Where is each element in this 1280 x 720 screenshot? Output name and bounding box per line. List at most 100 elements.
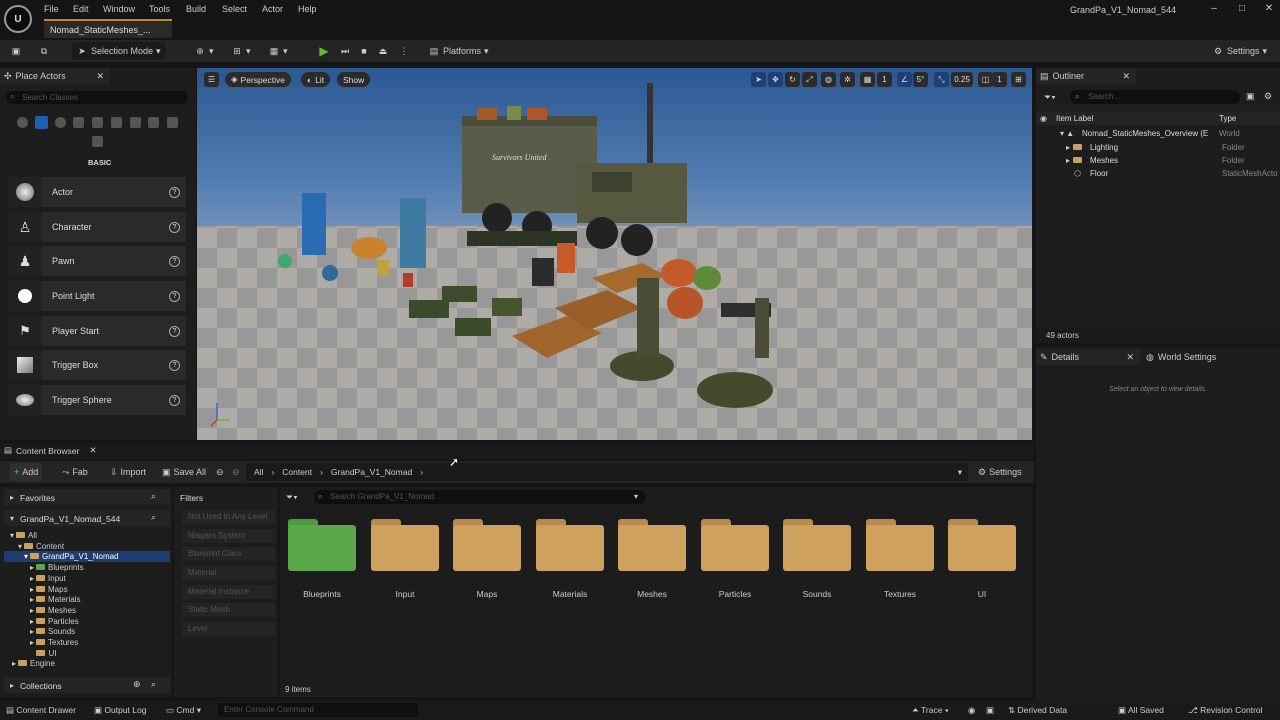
folder-materials[interactable]	[536, 519, 604, 573]
close-tab-icon[interactable]: ✕	[96, 71, 110, 82]
close-tab-icon[interactable]: ✕	[89, 445, 96, 456]
browse-icon[interactable]: ⧉	[34, 42, 54, 60]
outliner-row[interactable]: ▸ Lighting Folder	[1066, 143, 1280, 152]
selection-mode-dropdown[interactable]: ➤ Selection Mode ▾	[72, 42, 165, 60]
camera-speed-icon[interactable]: ◫	[978, 72, 993, 87]
forward-icon[interactable]: ⊖	[232, 467, 240, 478]
tree-item-all[interactable]: ▾ All	[10, 531, 37, 540]
menu-build[interactable]: Build	[186, 4, 206, 14]
output-log-button[interactable]: ▣ Output Log	[94, 705, 146, 716]
eject-icon[interactable]: ⏏	[373, 42, 393, 60]
angle-snap-value[interactable]: 5°	[913, 72, 928, 87]
lights-icon[interactable]	[55, 117, 66, 128]
help-icon[interactable]: ?	[169, 290, 180, 302]
outliner-row[interactable]: ▸ Meshes Folder	[1066, 156, 1280, 165]
actor-item-actor[interactable]: Actor ?	[8, 177, 186, 207]
geometry-icon[interactable]	[111, 117, 122, 128]
stop-icon[interactable]: ■	[354, 42, 374, 60]
blueprint-icon[interactable]: ⊞ ▾	[227, 42, 255, 60]
menu-select[interactable]: Select	[222, 4, 247, 14]
advance-frame-icon[interactable]: ⏭	[335, 42, 355, 60]
more-options-icon[interactable]: ⋮	[394, 42, 414, 60]
asset-search-input[interactable]: Search GrandPa_V1_Nomad	[314, 490, 646, 504]
angle-snap-icon[interactable]: ∠	[897, 72, 912, 87]
chevron-down-icon[interactable]: ▾	[958, 467, 968, 478]
level-tab[interactable]: Nomad_StaticMeshes_...	[44, 19, 172, 38]
actor-item-character[interactable]: ♙ Character ?	[8, 212, 186, 242]
play-icon[interactable]: ▶	[314, 42, 334, 60]
help-icon[interactable]: ?	[169, 325, 180, 337]
settings-button[interactable]: ⚙ Settings ▾	[1208, 42, 1271, 60]
folder-meshes[interactable]	[618, 519, 686, 573]
back-icon[interactable]: ⊖	[216, 467, 224, 478]
outliner-row[interactable]: ⬡ Floor StaticMeshActo	[1074, 169, 1280, 178]
maximize-icon[interactable]: □	[1235, 3, 1249, 14]
unreal-logo-icon[interactable]: U	[4, 5, 32, 33]
shapes-icon[interactable]	[167, 117, 178, 128]
trace-dropdown[interactable]: ⏶ Trace ▾	[912, 705, 949, 716]
help-icon[interactable]: ?	[169, 255, 180, 267]
folder-textures[interactable]	[866, 519, 934, 573]
content-drawer-button[interactable]: ▤ Content Drawer	[6, 705, 76, 716]
gear-icon[interactable]: ⚙	[1264, 91, 1272, 102]
folder-sounds[interactable]	[783, 519, 851, 573]
actor-item-trigger-sphere[interactable]: Trigger Sphere ?	[8, 385, 186, 415]
filter-material[interactable]: Material	[182, 566, 275, 580]
revision-control-button[interactable]: ⎇ Revision Control	[1188, 705, 1263, 716]
record-icon[interactable]: ◉	[968, 705, 975, 716]
filter-level[interactable]: Level	[182, 622, 275, 636]
tree-item-content[interactable]: ▾ Content	[18, 542, 64, 551]
tree-item-sounds[interactable]: ▸ Sounds	[30, 627, 75, 636]
fab-button[interactable]: ⤳ Fab	[58, 463, 92, 481]
close-tab-icon[interactable]: ✕	[1126, 352, 1140, 363]
filter-not-used[interactable]: Not Used In Any Level	[182, 510, 275, 524]
save-all-button[interactable]: ▣ Save All	[158, 463, 210, 481]
tree-item-maps[interactable]: ▸ Maps	[30, 585, 68, 594]
recent-icon[interactable]	[17, 117, 28, 128]
viewport-menu-icon[interactable]: ☰	[204, 72, 219, 87]
tree-item-materials[interactable]: ▸ Materials	[30, 595, 80, 604]
platforms-dropdown[interactable]: ▤ Platforms ▾	[424, 42, 493, 60]
tree-item-engine[interactable]: ▸ Engine	[12, 659, 55, 668]
type-column[interactable]: Type	[1219, 114, 1236, 123]
actor-item-pawn[interactable]: ♟ Pawn ?	[8, 246, 186, 276]
translate-icon[interactable]: ✥	[768, 72, 783, 87]
filter-icon[interactable]: ⏷▾	[1044, 92, 1056, 103]
add-folder-icon[interactable]: ▣	[1246, 91, 1255, 102]
close-window-icon[interactable]: ✕	[1262, 3, 1276, 14]
add-content-icon[interactable]: ⊕ ▾	[190, 42, 218, 60]
place-actors-tab[interactable]: ✣ Place Actors ✕	[0, 68, 110, 84]
menu-help[interactable]: Help	[298, 4, 317, 14]
viewport-layout-icon[interactable]: ⊞	[1011, 72, 1026, 87]
actor-item-point-light[interactable]: Point Light ?	[8, 281, 186, 311]
rotate-icon[interactable]: ↻	[785, 72, 800, 87]
minimize-icon[interactable]: –	[1207, 3, 1221, 14]
perspective-button[interactable]: ◈ Perspective	[225, 72, 291, 87]
filter-static-mesh[interactable]: Static Mesh	[182, 603, 275, 617]
tree-item-blueprints[interactable]: ▸ Blueprints	[30, 563, 84, 572]
tree-item-grandpa[interactable]: ▾ GrandPa_V1_Nomad	[24, 552, 119, 561]
level-viewport[interactable]: Survivors United	[197, 68, 1032, 440]
folder-input[interactable]	[371, 519, 439, 573]
menu-file[interactable]: File	[44, 4, 59, 14]
help-icon[interactable]: ?	[169, 221, 180, 233]
cinematic-icon[interactable]	[73, 117, 84, 128]
grid-size-value[interactable]: 1	[877, 72, 892, 87]
cinematics-icon[interactable]: ▦ ▾	[264, 42, 292, 60]
breadcrumb-all[interactable]: All	[254, 467, 263, 477]
add-button[interactable]: + Add	[10, 463, 43, 481]
menu-actor[interactable]: Actor	[262, 4, 283, 14]
actor-item-player-start[interactable]: ⚑ Player Start ?	[8, 316, 186, 346]
screenshot-icon[interactable]: ▣	[986, 705, 994, 716]
outliner-tab[interactable]: ▤ Outliner ✕	[1036, 68, 1136, 84]
scale-snap-icon[interactable]: ⤡	[934, 72, 949, 87]
derived-data-button[interactable]: ⇅ Derived Data	[1008, 705, 1067, 716]
breadcrumb-content[interactable]: Content	[282, 467, 312, 477]
menu-edit[interactable]: Edit	[73, 4, 89, 14]
filter-icon[interactable]: ⏷▾	[286, 492, 298, 503]
scale-snap-value[interactable]: 0.25	[951, 72, 973, 87]
tree-item-meshes[interactable]: ▸ Meshes	[30, 606, 76, 615]
cb-settings-button[interactable]: ⚙ Settings	[974, 463, 1026, 481]
save-icon[interactable]: ▣	[6, 42, 26, 60]
actor-item-trigger-box[interactable]: Trigger Box ?	[8, 350, 186, 380]
